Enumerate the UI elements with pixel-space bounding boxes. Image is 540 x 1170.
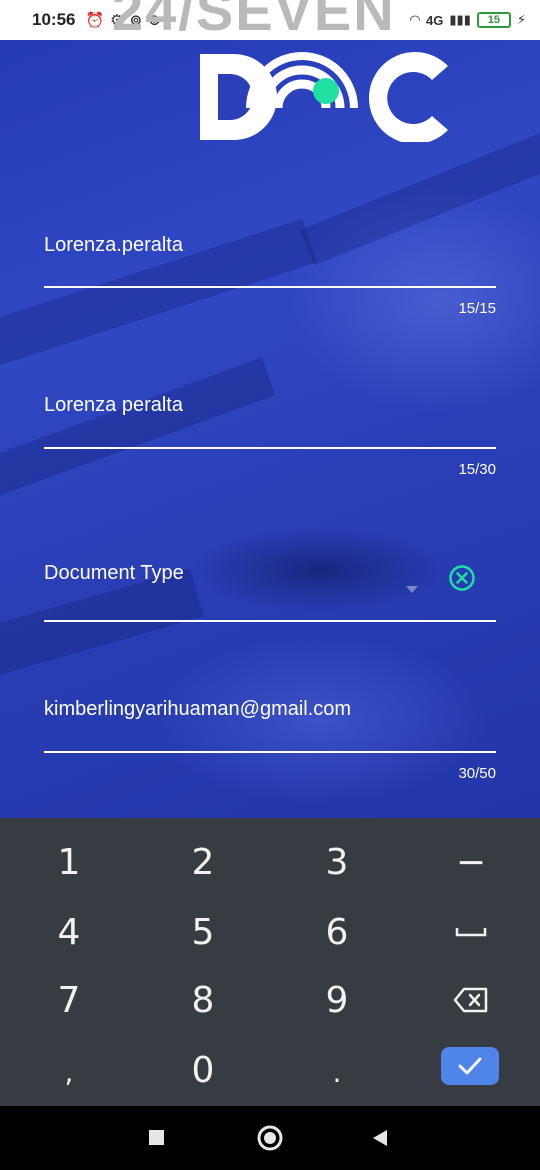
key-5[interactable]: 5 (148, 902, 258, 962)
key-period[interactable]: . (282, 1042, 392, 1102)
checkmark-icon (458, 1057, 482, 1075)
username-field[interactable]: Lorenza.peralta (44, 234, 496, 288)
full-name-value: Lorenza peralta (44, 394, 183, 416)
key-3[interactable]: 3 (282, 832, 392, 892)
brand-overlay-text: 24/SEVEN (112, 0, 396, 42)
key-done[interactable] (441, 1047, 499, 1085)
key-1[interactable]: 1 (14, 832, 124, 892)
status-system-icons: ◠ 4G ▮▮▮ 15 ⚡ (410, 12, 526, 28)
key-9[interactable]: 9 (282, 970, 392, 1030)
alarm-icon: ⏰ (85, 12, 105, 29)
key-backspace[interactable] (416, 970, 526, 1030)
network-type: 4G (426, 12, 444, 28)
home-circle-icon[interactable] (256, 1124, 284, 1152)
key-7[interactable]: 7 (14, 970, 124, 1030)
back-triangle-icon[interactable] (371, 1128, 389, 1148)
document-type-label: Document Type (44, 562, 184, 584)
clear-icon[interactable] (448, 564, 476, 592)
key-space[interactable] (416, 902, 526, 962)
key-0[interactable]: 0 (148, 1040, 258, 1100)
charging-icon: ⚡ (516, 12, 526, 27)
recents-square-icon[interactable] (148, 1129, 165, 1146)
dropdown-arrow-icon (406, 586, 418, 593)
navigation-bar (0, 1106, 540, 1170)
key-minus[interactable]: − (416, 832, 526, 892)
numeric-keyboard: 1 2 3 − 4 5 6 7 8 9 , 0 . (0, 818, 540, 1106)
key-comma[interactable]: , (14, 1042, 124, 1102)
full-name-counter: 15/30 (458, 461, 496, 478)
document-type-dropdown[interactable]: Document Type (44, 562, 496, 622)
key-2[interactable]: 2 (148, 832, 258, 892)
logo-accent-dot (313, 78, 339, 104)
email-field[interactable]: kimberlingyarihuaman@gmail.com (44, 698, 496, 753)
battery-icon: 15 (476, 12, 511, 28)
status-time: 10:56 (32, 10, 76, 29)
email-value: kimberlingyarihuaman@gmail.com (44, 698, 352, 720)
space-icon (455, 928, 487, 937)
backspace-icon (453, 987, 488, 1013)
signal-icon: ▮▮▮ (449, 12, 471, 27)
email-counter: 30/50 (458, 765, 496, 782)
key-8[interactable]: 8 (148, 970, 258, 1030)
wifi-icon: ◠ (410, 12, 421, 27)
key-6[interactable]: 6 (282, 902, 392, 962)
username-counter: 15/15 (458, 300, 496, 317)
key-4[interactable]: 4 (14, 902, 124, 962)
status-bar: 24/SEVEN 10:56 ⏰ ⚙ ⊚ ⊚ ◠ 4G ▮▮▮ 15 ⚡ (0, 0, 540, 42)
username-value: Lorenza.peralta (44, 234, 183, 256)
full-name-field[interactable]: Lorenza peralta (44, 394, 496, 449)
doc-logo (200, 52, 448, 142)
